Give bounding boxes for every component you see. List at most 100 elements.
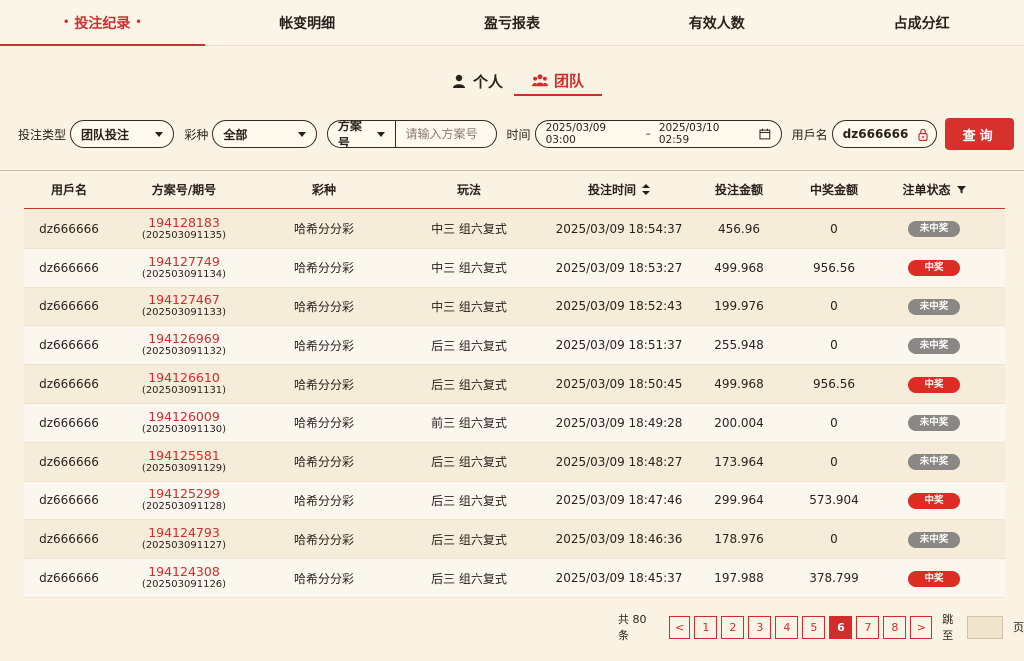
bet-number-link[interactable]: 194128183: [114, 215, 254, 230]
header-status[interactable]: 注单状态: [884, 181, 984, 198]
cell-status: 中奖: [884, 259, 984, 277]
page-button[interactable]: 5: [802, 615, 826, 639]
tab-dividend[interactable]: 占成分红: [819, 0, 1024, 45]
bet-number-link[interactable]: 194127749: [114, 254, 254, 269]
table-row[interactable]: dz666666 194126610 (202503091131) 哈希分分彩 后三 组…: [24, 365, 1005, 404]
cell-plan[interactable]: 194126610 (202503091131): [114, 371, 254, 397]
username-field[interactable]: dz666666: [831, 120, 938, 148]
page-button[interactable]: 8: [883, 615, 907, 639]
period-number: (202503091131): [141, 385, 227, 397]
period-number: (202503091127): [141, 540, 227, 552]
cell-status: 未中奖: [884, 414, 984, 432]
bet-type-label: 投注类型: [18, 127, 67, 142]
plan-search: 方案号: [326, 120, 497, 148]
query-button[interactable]: 查询: [945, 118, 1014, 150]
chevron-down-icon: [376, 131, 385, 137]
cell-play: 后三 组六复式: [431, 532, 507, 547]
next-page-button[interactable]: >: [910, 615, 933, 639]
cell-plan[interactable]: 194125299 (202503091128): [114, 487, 254, 513]
tab-dot-right: •: [135, 17, 142, 28]
table-row[interactable]: dz666666 194127749 (202503091134) 哈希分分彩 中三 组…: [24, 248, 1005, 288]
page-suffix: 页: [1013, 621, 1024, 634]
table-row[interactable]: dz666666 194124793 (202503091127) 哈希分分彩 后三 组…: [24, 520, 1005, 560]
cell-plan[interactable]: 194128183 (202503091135): [114, 215, 254, 242]
page-button[interactable]: 6: [829, 615, 853, 639]
bet-number-link[interactable]: 194124308: [114, 565, 254, 579]
cell-plan[interactable]: 194124308 (202503091126): [114, 565, 254, 591]
cell-bet-amount: 499.968: [714, 377, 764, 392]
table-row[interactable]: dz666666 194126009 (202503091130) 哈希分分彩 前三 组…: [24, 403, 1005, 443]
cell-plan[interactable]: 194124793 (202503091127): [114, 526, 254, 552]
table-row[interactable]: dz666666 194126969 (202503091132) 哈希分分彩 后三 组…: [24, 326, 1005, 366]
header-label: 投注金额: [714, 183, 763, 197]
cell-bet-time: 2025/03/09 18:53:27: [555, 260, 683, 275]
cell-status: 中奖: [884, 570, 984, 587]
cell-play: 前三 组六复式: [431, 416, 507, 431]
cell-win-amount: 956.56: [813, 260, 855, 275]
bet-type-select[interactable]: 团队投注: [70, 120, 175, 148]
sort-icon[interactable]: [642, 184, 650, 195]
bet-number-link[interactable]: 194127467: [114, 293, 254, 307]
tab-active-users[interactable]: 有效人数: [614, 0, 819, 45]
tab-account-changes[interactable]: 帐变明细: [205, 0, 410, 45]
jump-label: 跳至: [942, 613, 954, 642]
cell-plan[interactable]: 194127749 (202503091134): [114, 254, 254, 281]
cell-bet-amount: 173.964: [714, 454, 764, 469]
period-number: (202503091126): [141, 579, 227, 591]
page-button[interactable]: 2: [721, 615, 745, 639]
period-number: (202503091134): [141, 268, 227, 280]
cell-lottery: 哈希分分彩: [293, 377, 354, 392]
user-icon: [452, 74, 465, 88]
bet-number-link[interactable]: 194126969: [114, 332, 254, 346]
cell-play: 后三 组六复式: [431, 338, 507, 353]
cell-username: dz666666: [39, 299, 99, 314]
username-value: dz666666: [842, 127, 909, 141]
bet-number-link[interactable]: 194125581: [114, 448, 254, 463]
table-row[interactable]: dz666666 194128183 (202503091135) 哈希分分彩 中三 组…: [24, 210, 1005, 249]
chevron-down-icon: [297, 131, 306, 137]
cell-win-amount: 378.799: [809, 571, 859, 586]
cell-status: 未中奖: [884, 220, 984, 238]
page-button[interactable]: 1: [694, 615, 718, 639]
cell-status: 未中奖: [884, 453, 984, 471]
cell-status: 中奖: [884, 492, 984, 509]
table-row[interactable]: dz666666 194124308 (202503091126) 哈希分分彩 后三 组…: [24, 559, 1005, 598]
cell-plan[interactable]: 194126969 (202503091132): [114, 332, 254, 358]
table-row[interactable]: dz666666 194127467 (202503091133) 哈希分分彩 中三 组…: [24, 287, 1005, 327]
plan-type-select[interactable]: 方案号: [328, 121, 396, 147]
jump-page-input[interactable]: [967, 615, 1004, 639]
plan-input[interactable]: [395, 121, 496, 147]
page-button[interactable]: 7: [856, 615, 880, 639]
cell-play: 后三 组六复式: [431, 377, 507, 392]
tab-label: 投注纪录: [74, 15, 131, 32]
mode-team[interactable]: 团队: [514, 66, 602, 96]
date-range-picker[interactable]: 2025/03/09 03:00 – 2025/03/10 02:59: [534, 120, 782, 148]
cell-username: dz666666: [39, 377, 99, 392]
cell-plan[interactable]: 194126009 (202503091130): [114, 409, 254, 436]
bet-number-link[interactable]: 194124793: [114, 526, 254, 540]
bet-number-link[interactable]: 194126009: [114, 409, 254, 424]
mode-personal-label: 个人: [472, 72, 503, 91]
cell-play: 中三 组六复式: [431, 261, 507, 276]
cell-plan[interactable]: 194125581 (202503091129): [114, 448, 254, 475]
cell-plan[interactable]: 194127467 (202503091133): [114, 293, 254, 319]
cell-win-amount: 0: [830, 532, 838, 547]
user-label: 用戶名: [791, 127, 828, 142]
table-row[interactable]: dz666666 194125299 (202503091128) 哈希分分彩 后三 组…: [24, 481, 1005, 521]
cell-bet-time: 2025/03/09 18:52:43: [555, 299, 683, 314]
lock-icon[interactable]: [918, 128, 928, 141]
tab-profit-report[interactable]: 盈亏报表: [410, 0, 615, 45]
page-button[interactable]: 3: [748, 615, 772, 639]
period-number: (202503091130): [141, 423, 227, 435]
table-row[interactable]: dz666666 194125581 (202503091129) 哈希分分彩 后三 组…: [24, 442, 1005, 482]
bet-number-link[interactable]: 194125299: [114, 487, 254, 501]
tab-label: 占成分红: [893, 15, 950, 32]
bet-number-link[interactable]: 194126610: [114, 371, 254, 385]
mode-personal[interactable]: 个人: [440, 66, 514, 96]
tab-bet-records[interactable]: • 投注纪录 •: [0, 0, 205, 46]
filter-icon[interactable]: [956, 185, 966, 194]
header-bet-time[interactable]: 投注时间: [544, 181, 694, 198]
prev-page-button[interactable]: <: [668, 615, 691, 639]
lottery-select[interactable]: 全部: [212, 120, 317, 148]
page-button[interactable]: 4: [775, 615, 799, 639]
